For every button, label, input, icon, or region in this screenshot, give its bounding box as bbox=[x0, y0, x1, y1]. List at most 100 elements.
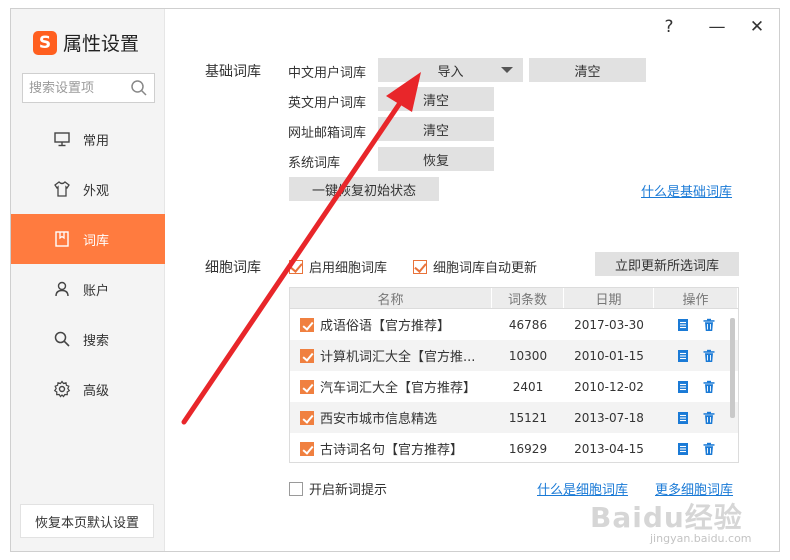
dict-name: 成语俗语【官方推荐】 bbox=[320, 319, 451, 334]
details-icon[interactable] bbox=[676, 318, 690, 332]
sidebar-item-label: 高级 bbox=[83, 383, 110, 399]
basic-dictionary-section-label: 基础词库 bbox=[205, 64, 261, 80]
details-icon[interactable] bbox=[676, 380, 690, 394]
chinese-user-dict-label: 中文用户词库 bbox=[288, 66, 367, 81]
clear-english-user-dict-button[interactable]: 清空 bbox=[378, 87, 494, 111]
table-row[interactable]: 成语俗语【官方推荐】 46786 2017-03-30 bbox=[290, 309, 738, 340]
import-button-label: 导入 bbox=[437, 64, 464, 80]
dict-actions bbox=[654, 318, 738, 332]
system-dict-label: 系统词库 bbox=[288, 156, 341, 171]
sidebar-item-account[interactable]: 账户 bbox=[11, 264, 165, 314]
trash-icon[interactable] bbox=[702, 380, 716, 394]
row-checkbox[interactable] bbox=[300, 379, 314, 394]
auto-update-cell-dict-label: 细胞词库自动更新 bbox=[433, 261, 538, 276]
checkbox-checked-icon[interactable] bbox=[413, 259, 427, 274]
clear-chinese-user-dict-button[interactable]: 清空 bbox=[529, 58, 646, 82]
reset-all-button[interactable]: 一键恢复初始状态 bbox=[289, 177, 439, 201]
trash-icon[interactable] bbox=[702, 411, 716, 425]
sidebar-item-label: 外观 bbox=[83, 183, 110, 199]
dictionary-settings-panel: 基础词库 中文用户词库 导入 清空 英文用户词库 清空 网址邮箱词库 清空 系统… bbox=[165, 9, 779, 551]
window-title: 属性设置 bbox=[63, 33, 140, 55]
dict-date: 2010-12-02 bbox=[574, 379, 644, 394]
row-checkbox[interactable] bbox=[300, 348, 314, 363]
search-icon[interactable] bbox=[130, 79, 148, 97]
dict-actions bbox=[654, 380, 738, 394]
english-user-dict-label: 英文用户词库 bbox=[288, 96, 367, 111]
cell-dictionary-section-label: 细胞词库 bbox=[205, 260, 261, 276]
dict-name: 汽车词汇大全【官方推荐】 bbox=[320, 381, 477, 396]
sidebar-item-label: 账户 bbox=[83, 283, 110, 299]
details-icon[interactable] bbox=[676, 442, 690, 456]
dict-date: 2013-07-18 bbox=[574, 410, 644, 425]
sidebar-item-general[interactable]: 常用 bbox=[11, 114, 165, 164]
table-scrollbar[interactable] bbox=[730, 318, 735, 418]
sidebar-item-label: 词库 bbox=[83, 233, 110, 249]
sidebar-item-label: 常用 bbox=[83, 133, 110, 149]
column-header-count[interactable]: 词条数 bbox=[492, 288, 564, 308]
column-header-name[interactable]: 名称 bbox=[290, 288, 492, 308]
book-icon bbox=[55, 231, 69, 247]
dict-actions bbox=[654, 411, 738, 425]
details-icon[interactable] bbox=[676, 349, 690, 363]
column-header-date[interactable]: 日期 bbox=[564, 288, 654, 308]
dict-actions bbox=[654, 349, 738, 363]
dict-actions bbox=[654, 442, 738, 456]
settings-search-input[interactable] bbox=[23, 74, 123, 102]
table-row[interactable]: 汽车词汇大全【官方推荐】 2401 2010-12-02 bbox=[290, 371, 738, 402]
dict-count: 10300 bbox=[508, 348, 548, 363]
auto-update-cell-dict-checkbox[interactable]: 细胞词库自动更新 bbox=[413, 257, 537, 276]
row-checkbox[interactable] bbox=[300, 317, 314, 332]
checkbox-checked-icon[interactable] bbox=[289, 259, 303, 274]
what-is-basic-dict-link[interactable]: 什么是基础词库 bbox=[641, 181, 732, 200]
dict-name-cell: 汽车词汇大全【官方推荐】 bbox=[290, 377, 492, 396]
details-icon[interactable] bbox=[676, 411, 690, 425]
sidebar-item-advanced[interactable]: 高级 bbox=[11, 364, 165, 414]
table-row[interactable]: 计算机词汇大全【官方推... 10300 2010-01-15 bbox=[290, 340, 738, 371]
row-checkbox[interactable] bbox=[300, 410, 314, 425]
sidebar-item-appearance[interactable]: 外观 bbox=[11, 164, 165, 214]
sidebar-item-search[interactable]: 搜索 bbox=[11, 314, 165, 364]
sidebar: S 属性设置 常用 外观 bbox=[11, 9, 165, 551]
dict-date: 2013-04-15 bbox=[574, 441, 644, 456]
sidebar-item-dictionary[interactable]: 词库 bbox=[11, 214, 165, 264]
import-dropdown-button[interactable]: 导入 bbox=[378, 58, 523, 82]
sidebar-item-label: 搜索 bbox=[83, 333, 110, 349]
dict-count: 15121 bbox=[508, 410, 548, 425]
trash-icon[interactable] bbox=[702, 318, 716, 332]
dict-date: 2010-01-15 bbox=[574, 348, 644, 363]
dict-name-cell: 成语俗语【官方推荐】 bbox=[290, 315, 492, 334]
update-selected-dicts-button[interactable]: 立即更新所选词库 bbox=[595, 252, 739, 276]
table-row[interactable]: 古诗词名句【官方推荐】 16929 2013-04-15 bbox=[290, 433, 738, 462]
dict-count: 2401 bbox=[512, 379, 544, 394]
dict-name-cell: 计算机词汇大全【官方推... bbox=[290, 346, 492, 365]
settings-window: S 属性设置 常用 外观 bbox=[10, 8, 780, 552]
trash-icon[interactable] bbox=[702, 349, 716, 363]
column-header-actions: 操作 bbox=[654, 288, 738, 308]
baidu-watermark-url: jingyan.baidu.com bbox=[650, 532, 752, 545]
user-icon bbox=[55, 281, 69, 297]
dict-name-cell: 古诗词名句【官方推荐】 bbox=[290, 439, 492, 458]
sogou-logo-icon: S bbox=[33, 30, 57, 55]
search-icon bbox=[54, 331, 70, 347]
dict-name: 古诗词名句【官方推荐】 bbox=[320, 443, 464, 458]
row-checkbox[interactable] bbox=[300, 441, 314, 456]
tshirt-icon bbox=[54, 181, 70, 197]
clear-url-email-dict-button[interactable]: 清空 bbox=[378, 117, 494, 141]
dict-name-cell: 西安市城市信息精选 bbox=[290, 408, 492, 427]
gear-icon bbox=[53, 380, 71, 398]
checkbox-unchecked-icon[interactable] bbox=[289, 481, 303, 496]
table-header: 名称 词条数 日期 操作 bbox=[290, 288, 738, 309]
cell-dictionary-table: 名称 词条数 日期 操作 成语俗语【官方推荐】 46786 2017-03-30 计算… bbox=[289, 287, 739, 463]
trash-icon[interactable] bbox=[702, 442, 716, 456]
table-row[interactable]: 西安市城市信息精选 15121 2013-07-18 bbox=[290, 402, 738, 433]
enable-cell-dict-label: 启用细胞词库 bbox=[309, 261, 388, 276]
restore-defaults-button[interactable]: 恢复本页默认设置 bbox=[20, 504, 154, 538]
dict-count: 16929 bbox=[508, 441, 548, 456]
sidebar-nav: 常用 外观 词库 账户 搜索 高级 bbox=[11, 114, 165, 414]
settings-search bbox=[22, 73, 155, 103]
chevron-down-icon[interactable] bbox=[501, 67, 513, 73]
restore-system-dict-button[interactable]: 恢复 bbox=[378, 147, 494, 171]
enable-cell-dict-checkbox[interactable]: 启用细胞词库 bbox=[289, 257, 387, 276]
dict-name: 西安市城市信息精选 bbox=[320, 412, 438, 427]
new-word-hint-checkbox[interactable]: 开启新词提示 bbox=[289, 479, 387, 498]
